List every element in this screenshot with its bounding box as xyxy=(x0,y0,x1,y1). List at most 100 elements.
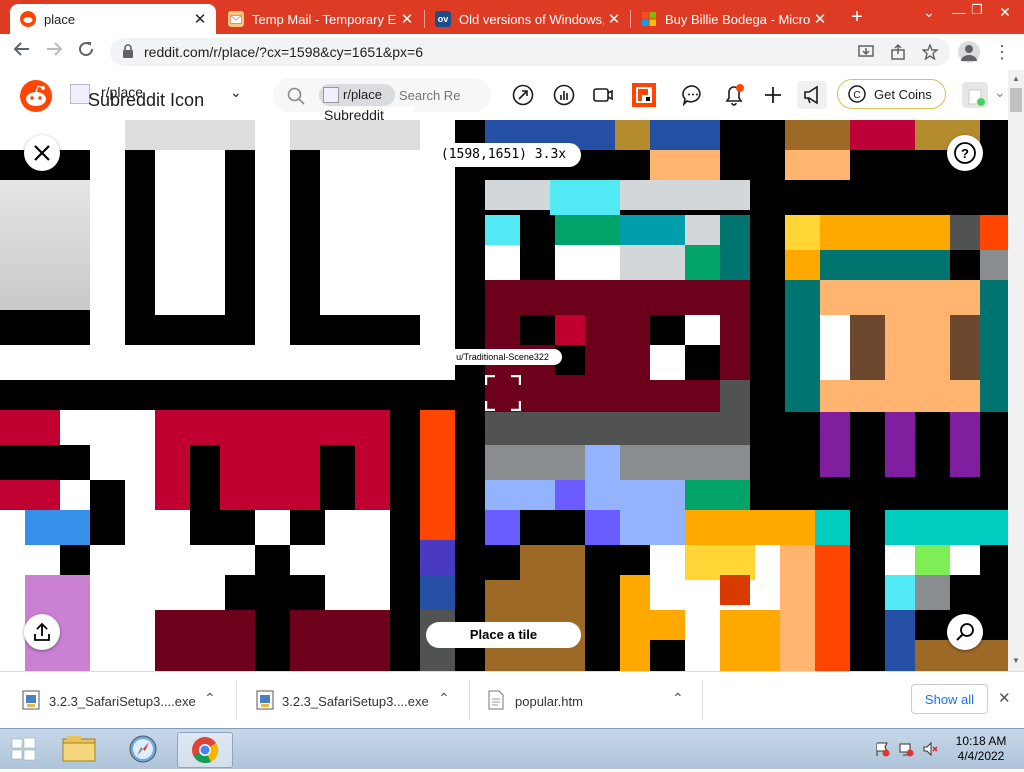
reddit-logo-icon[interactable] xyxy=(20,80,52,112)
forward-arrow-icon[interactable] xyxy=(42,40,66,64)
video-icon[interactable] xyxy=(592,84,614,106)
search-bar[interactable]: r/place Subreddit Icon xyxy=(273,78,491,139)
download-item[interactable]: popular.htm ⌃ xyxy=(486,684,696,716)
community-name[interactable]: r/place xyxy=(101,84,143,100)
get-coins-label: Get Coins xyxy=(874,87,932,102)
scroll-up-icon[interactable]: ▲ xyxy=(1012,74,1020,83)
show-all-downloads-button[interactable]: Show all xyxy=(911,684,988,714)
envelope-icon xyxy=(228,11,244,27)
download-filename: popular.htm xyxy=(515,694,583,709)
chrome-icon[interactable] xyxy=(177,732,233,768)
address-bar[interactable]: reddit.com/r/place/?cx=1598&cy=1651&px=6 xyxy=(110,38,950,66)
share-button[interactable] xyxy=(24,614,60,650)
browser-tab-strip: place ✕ Temp Mail - Temporary Email ✕ ov… xyxy=(0,0,1024,34)
tab-temp-mail[interactable]: Temp Mail - Temporary Email ✕ xyxy=(218,4,423,34)
close-tab-icon[interactable]: ✕ xyxy=(604,10,624,28)
ov-icon: ov xyxy=(435,11,451,27)
tab-title: Old versions of Windows, Mac xyxy=(459,11,604,27)
exe-file-icon xyxy=(256,690,274,710)
download-item[interactable]: 3.2.3_SafariSetup3....exe ⌃ xyxy=(252,684,462,716)
html-file-icon xyxy=(488,690,504,710)
pixel-reticle-icon xyxy=(485,375,521,411)
download-filename: 3.2.3_SafariSetup3....exe xyxy=(282,694,429,709)
svg-text:C: C xyxy=(853,90,860,101)
chevron-down-icon[interactable]: ⌄ xyxy=(230,84,242,101)
svg-text:?: ? xyxy=(961,146,969,161)
new-tab-button[interactable]: + xyxy=(846,6,868,28)
scrollbar-thumb[interactable] xyxy=(1010,88,1022,112)
download-filename: 3.2.3_SafariSetup3....exe xyxy=(49,694,196,709)
windows-start-icon[interactable] xyxy=(6,733,40,765)
back-arrow-icon[interactable] xyxy=(10,40,34,64)
subreddit-icon xyxy=(70,84,90,104)
microsoft-icon xyxy=(641,11,657,27)
question-icon: ? xyxy=(954,142,976,164)
clock-date: 4/4/2022 xyxy=(957,749,1005,763)
profile-avatar-icon[interactable] xyxy=(958,41,980,63)
user-avatar[interactable] xyxy=(962,82,988,108)
close-shelf-icon[interactable]: ✕ xyxy=(998,689,1011,707)
menu-dots-icon[interactable]: ⋮ xyxy=(992,40,1012,64)
install-icon[interactable] xyxy=(858,44,874,60)
stats-chart-icon[interactable] xyxy=(553,84,575,106)
pixel-owner-label: u/Traditional-Scene322 xyxy=(443,349,562,365)
page-scrollbar[interactable]: ▲ ▼ xyxy=(1008,70,1024,671)
notifications-bell-icon[interactable] xyxy=(722,82,748,108)
upload-share-icon xyxy=(34,622,50,641)
url-text: reddit.com/r/place/?cx=1598&cy=1651&px=6 xyxy=(144,44,424,60)
reload-icon[interactable] xyxy=(74,40,98,64)
coin-icon: C xyxy=(848,85,866,103)
tab-title: place xyxy=(44,11,76,27)
tab-place[interactable]: place ✕ xyxy=(10,4,216,34)
place-tile-button[interactable]: Place a tile xyxy=(426,622,581,648)
restore-icon[interactable]: ❐ xyxy=(962,0,992,20)
search-icon xyxy=(956,623,974,641)
close-window-icon[interactable]: ✕ xyxy=(990,2,1020,22)
chevron-up-icon[interactable]: ⌃ xyxy=(204,690,216,707)
exe-file-icon xyxy=(22,690,40,710)
file-explorer-icon[interactable] xyxy=(52,732,106,766)
coordinate-readout[interactable]: (1598,1651) 3.3x xyxy=(426,143,581,167)
tab-microsoft-store[interactable]: Buy Billie Bodega - Microsoft Store ✕ xyxy=(631,4,836,34)
chip-label: r/place xyxy=(343,87,383,102)
reddit-icon xyxy=(20,11,36,27)
tab-title: Buy Billie Bodega - Microsoft Store xyxy=(665,11,810,27)
tab-old-versions[interactable]: ov Old versions of Windows, Mac ✕ xyxy=(425,4,630,34)
clock-time: 10:18 AM xyxy=(955,734,1007,748)
bookmark-star-icon[interactable] xyxy=(922,44,938,60)
volume-muted-icon[interactable] xyxy=(922,741,938,757)
reddit-header: Subreddit Icon r/place ⌄ r/place Subredd… xyxy=(0,70,1010,139)
subreddit-icon xyxy=(323,87,339,103)
tab-title: Temp Mail - Temporary Email xyxy=(252,11,397,27)
close-tab-icon[interactable]: ✕ xyxy=(397,10,417,28)
chevron-up-icon[interactable]: ⌃ xyxy=(438,690,450,707)
place-app-icon[interactable] xyxy=(632,83,656,107)
popular-arrow-icon[interactable] xyxy=(512,84,534,106)
close-icon xyxy=(34,145,50,161)
chat-icon[interactable] xyxy=(682,84,704,106)
search-icon xyxy=(287,87,305,105)
network-icon[interactable] xyxy=(898,741,914,757)
plus-create-icon[interactable] xyxy=(762,84,784,106)
search-canvas-button[interactable] xyxy=(947,614,983,650)
chevron-up-icon[interactable]: ⌃ xyxy=(672,690,684,707)
chevron-down-icon[interactable]: ⌄ xyxy=(914,2,944,22)
share-icon[interactable] xyxy=(890,44,906,60)
browser-toolbar: reddit.com/r/place/?cx=1598&cy=1651&px=6… xyxy=(0,34,1024,71)
download-item[interactable]: 3.2.3_SafariSetup3....exe ⌃ xyxy=(18,684,228,716)
safari-icon[interactable] xyxy=(116,732,170,766)
get-coins-button[interactable]: C Get Coins xyxy=(837,79,946,109)
close-tab-icon[interactable]: ✕ xyxy=(190,10,210,28)
search-community-chip[interactable]: r/place xyxy=(319,84,395,106)
help-button[interactable]: ? xyxy=(947,135,983,171)
close-tab-icon[interactable]: ✕ xyxy=(810,10,830,28)
windows-taskbar: 10:18 AM 4/4/2022 xyxy=(0,728,1024,769)
search-input[interactable] xyxy=(399,84,485,106)
advertise-megaphone-icon[interactable] xyxy=(797,81,827,109)
system-clock[interactable]: 10:18 AM 4/4/2022 xyxy=(950,734,1012,764)
chevron-down-icon[interactable]: ⌄ xyxy=(994,84,1006,101)
lock-icon xyxy=(123,44,133,58)
close-canvas-button[interactable] xyxy=(24,135,60,171)
action-center-flag-icon[interactable] xyxy=(874,741,890,757)
scroll-down-icon[interactable]: ▼ xyxy=(1012,656,1020,665)
